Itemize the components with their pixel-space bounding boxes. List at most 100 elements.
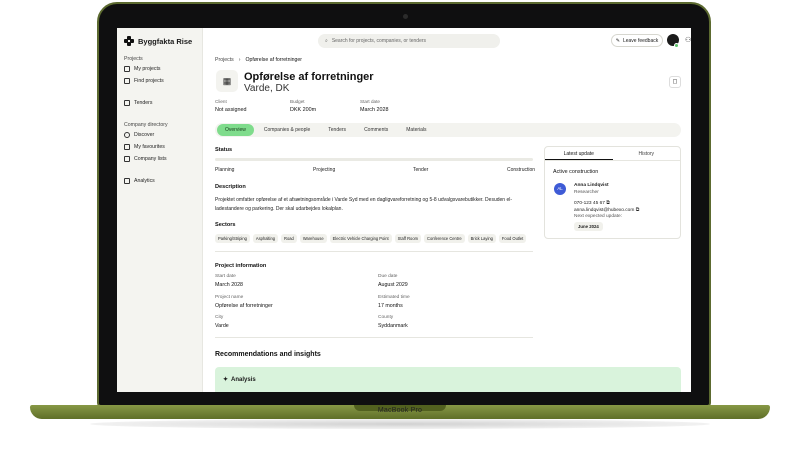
bookmark-icon: ◻ [672, 79, 678, 85]
info-label: Estimated time [378, 295, 410, 300]
project-info-heading: Project information [215, 263, 267, 269]
analysis-label: ✦ Analysis [223, 376, 256, 384]
researcher-email: anna.lindqvist@hubexo.com ⧉ [574, 207, 639, 213]
email-value[interactable]: anna.lindqvist@hubexo.com [574, 208, 634, 213]
sector-chip: Parking/Striping [215, 234, 250, 243]
recommendations-heading: Recommendations and insights [215, 351, 321, 358]
sidebar-item-tenders[interactable]: Tenders [124, 100, 152, 106]
sidebar-item-my-favourites[interactable]: My favourites [124, 144, 165, 150]
camera-icon [403, 14, 408, 19]
breadcrumb-separator: › [238, 57, 241, 63]
compass-icon [124, 132, 130, 138]
info-value: Opførelse af forretninger [215, 303, 273, 309]
sidebar-item-discover[interactable]: Discover [124, 132, 154, 138]
sector-chip: Conference Centre [424, 234, 465, 243]
stage-projecting: Projecting [313, 167, 336, 173]
laptop-shadow [90, 419, 710, 429]
next-update-label: Next expected update: [574, 214, 623, 219]
sidebar-item-find-projects[interactable]: Find projects [124, 78, 164, 84]
project-location: Varde, DK [244, 83, 290, 94]
sidebar-item-label: Analytics [134, 178, 155, 184]
meta-value: DKK 200m [290, 107, 317, 113]
latest-update-panel: Latest update History Active constructio… [544, 146, 681, 239]
status-heading: Status [215, 147, 233, 153]
info-city: City Varde [215, 315, 229, 329]
info-value: August 2029 [378, 282, 408, 288]
search-input[interactable]: ⌕ Search for projects, companies, or ten… [318, 34, 500, 48]
tab-materials[interactable]: Materials [398, 124, 434, 136]
description-text: Projektet omfatter opførelse af et afsæt… [215, 197, 513, 212]
top-bar: ⌕ Search for projects, companies, or ten… [203, 28, 691, 53]
breadcrumb: Projects › Opførelse af forretninger [215, 57, 302, 63]
project-icon: ▦ [216, 70, 238, 92]
researcher-phone: 070-123 45 67 ⧉ [574, 200, 610, 206]
next-update-date: June 2024 [574, 222, 603, 231]
sidebar-item-my-projects[interactable]: My projects [124, 66, 161, 72]
info-label: City [215, 315, 224, 320]
sidebar-item-analytics[interactable]: Analytics [124, 178, 155, 184]
sector-chip: Warehouse [299, 234, 327, 243]
meta-start-date: Start date March 2028 [360, 99, 388, 113]
info-project-name: Project name Opførelse af forretninger [215, 295, 273, 309]
info-label: Start date [215, 274, 236, 279]
search-icon [124, 78, 130, 84]
sector-chip: Asphalting [252, 234, 279, 243]
sidebar-item-company-lists[interactable]: Company lists [124, 156, 167, 162]
sidebar-item-label: Find projects [134, 78, 164, 84]
feedback-icon: ✎ [615, 37, 620, 44]
info-estimated-time: Estimated time 17 months [378, 295, 410, 309]
search-placeholder: Search for projects, companies, or tende… [331, 38, 427, 44]
sidebar-item-label: Discover [134, 132, 155, 138]
screen: Byggfakta Rise Projects My projects Find… [117, 28, 691, 392]
stage-construction: Construction [507, 167, 536, 173]
bookmark-button[interactable]: ◻ [669, 76, 681, 88]
divider [215, 251, 533, 252]
stage-planning: Planning [215, 167, 235, 173]
meta-label: Client [215, 99, 227, 104]
breadcrumb-projects[interactable]: Projects [215, 57, 234, 63]
meta-value: March 2028 [360, 107, 389, 113]
tab-history[interactable]: History [613, 147, 681, 160]
copy-icon[interactable]: ⧉ [636, 208, 639, 213]
sector-chip: Brick Laying [467, 234, 496, 243]
sector-chip: Electric Vehicle Charging Point [329, 234, 392, 243]
divider [215, 337, 533, 338]
tab-tenders[interactable]: Tenders [320, 124, 354, 136]
sidebar-item-label: Company lists [134, 156, 167, 162]
info-label: Due date [378, 274, 398, 279]
info-value: Syddanmark [378, 323, 408, 329]
list-icon [124, 156, 130, 162]
researcher-role: Researcher [574, 190, 599, 195]
description-heading: Description [215, 184, 246, 190]
info-label: Project name [215, 295, 244, 300]
stage-tender: Tender [413, 167, 429, 173]
tab-overview[interactable]: Overview [217, 124, 254, 136]
researcher-name: Anna Lindqvist [574, 183, 609, 188]
breadcrumb-current: Opførelse af forretninger [245, 57, 302, 63]
tab-comments[interactable]: Comments [356, 124, 396, 136]
analysis-title: Analysis [231, 376, 256, 383]
phone-value[interactable]: 070-123 45 67 [574, 201, 605, 206]
info-start-date: Start date March 2028 [215, 274, 243, 288]
sidebar-section-company-directory: Company directory [124, 122, 168, 128]
sidebar-section-projects: Projects [124, 56, 143, 62]
tab-companies-people[interactable]: Companies & people [256, 124, 318, 136]
star-icon [124, 144, 130, 150]
tab-latest-update[interactable]: Latest update [545, 147, 613, 160]
info-value: 17 months [378, 303, 403, 309]
leave-feedback-button[interactable]: ✎ Leave feedback [611, 34, 663, 47]
user-icon[interactable]: ⚇ [685, 36, 691, 44]
sidebar-item-label: My projects [134, 66, 161, 72]
copy-icon[interactable]: ⧉ [606, 201, 609, 206]
logo-icon [124, 36, 134, 46]
update-heading: Active construction [553, 169, 599, 175]
sector-chip: Road [281, 234, 297, 243]
app-name: Byggfakta Rise [138, 36, 193, 46]
analysis-card[interactable]: ✦ Analysis [215, 367, 681, 392]
panel-tabs: Latest update History [545, 147, 680, 161]
sidebar-item-label: My favourites [134, 144, 165, 150]
info-label: County [378, 315, 394, 320]
search-icon: ⌕ [325, 38, 328, 44]
sector-chip: Food Outlet [498, 234, 527, 243]
app-logo[interactable]: Byggfakta Rise [124, 36, 192, 46]
